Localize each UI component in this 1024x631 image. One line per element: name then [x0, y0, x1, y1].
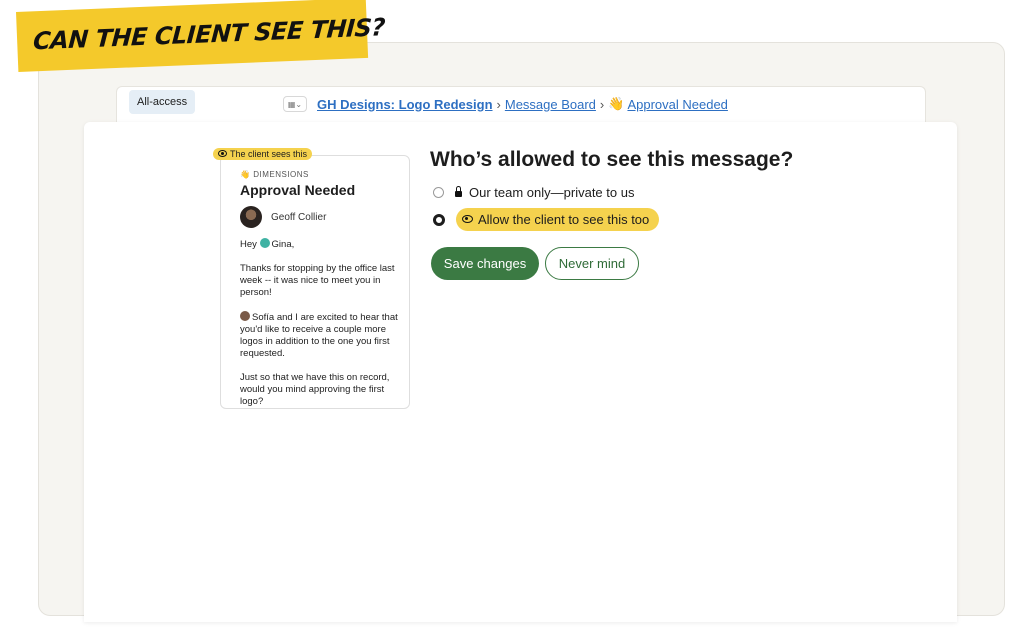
radio-team-only[interactable] — [433, 187, 444, 198]
preview-board-name: DIMENSIONS — [253, 170, 309, 179]
preview-paragraph: Thanks for stopping by the office last w… — [240, 263, 395, 298]
breadcrumb-project-link[interactable]: GH Designs: Logo Redesign — [317, 97, 493, 112]
preview-author-name: Geoff Collier — [271, 211, 327, 223]
lock-icon — [455, 185, 462, 197]
preview-paragraph: Just so that we have this on record, wou… — [240, 372, 390, 407]
breadcrumb-message-board-link[interactable]: Message Board — [505, 97, 596, 112]
option-client-visible[interactable]: Allow the client to see this too — [433, 208, 660, 231]
breadcrumb: ▦⌄ GH Designs: Logo Redesign › Message B… — [283, 96, 728, 112]
preview-body: Hey Gina, Thanks for stopping by the off… — [240, 238, 400, 408]
option-team-only[interactable]: Our team only—private to us — [433, 185, 634, 200]
mention-avatar-icon — [259, 238, 270, 248]
preview-greeting: Hey Gina, — [240, 238, 400, 251]
eye-icon — [462, 214, 473, 223]
option-client-visible-label: Allow the client to see this too — [478, 212, 650, 227]
message-preview-card: 👋 DIMENSIONS Approval Needed Geoff Colli… — [220, 155, 410, 409]
breadcrumb-message-link[interactable]: Approval Needed — [627, 97, 727, 112]
preview-author: Geoff Collier — [240, 206, 409, 228]
preview-board-label: 👋 DIMENSIONS — [240, 170, 409, 179]
save-button[interactable]: Save changes — [431, 247, 539, 280]
project-switcher-icon[interactable]: ▦⌄ — [283, 96, 307, 112]
breadcrumb-separator: › — [599, 96, 605, 112]
eye-icon — [218, 150, 227, 158]
banner-text: CAN THE CLIENT SEE THIS? — [32, 13, 386, 56]
preview-paragraph: Sofía and I are excited to hear that you… — [240, 311, 400, 360]
project-nav-bar: All-access ▦⌄ GH Designs: Logo Redesign … — [116, 86, 926, 123]
access-badge: All-access — [129, 90, 196, 114]
preview-greeting-name: Gina, — [271, 239, 295, 250]
avatar — [240, 206, 262, 228]
option-client-visible-highlight: Allow the client to see this too — [456, 208, 660, 231]
cancel-button[interactable]: Never mind — [545, 247, 639, 280]
client-visible-badge-label: The client sees this — [230, 149, 308, 159]
visibility-question: Who’s allowed to see this message? — [430, 148, 794, 171]
client-visible-badge: The client sees this — [213, 148, 313, 160]
preview-title: Approval Needed — [240, 182, 356, 198]
visibility-panel: The client sees this 👋 DIMENSIONS Approv… — [84, 122, 957, 622]
mention-avatar-icon — [240, 311, 250, 321]
breadcrumb-separator: › — [496, 96, 501, 112]
radio-client-visible[interactable] — [433, 213, 445, 226]
preview-greeting-prefix: Hey — [240, 239, 257, 250]
wave-icon: 👋 — [608, 96, 625, 111]
option-team-only-label: Our team only—private to us — [469, 185, 635, 200]
preview-paragraph-text: Sofía and I are excited to hear that you… — [240, 312, 398, 359]
wave-icon: 👋 — [240, 170, 251, 179]
